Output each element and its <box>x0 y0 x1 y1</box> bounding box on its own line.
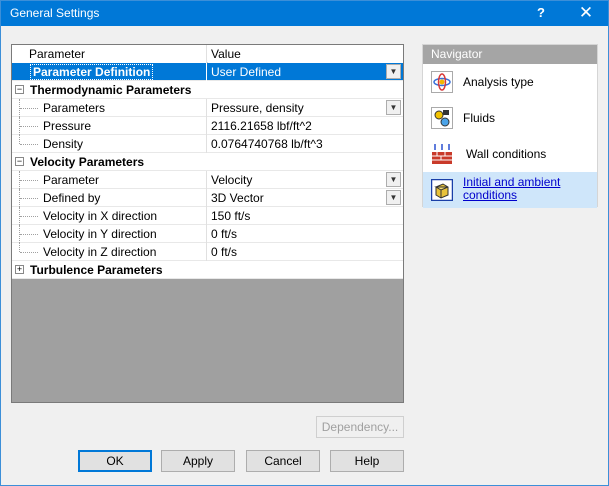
row-defined-by[interactable]: Defined by 3D Vector ▼ <box>12 189 403 207</box>
nav-label-line-1: Initial and ambient <box>463 175 561 189</box>
chevron-down-icon[interactable]: ▼ <box>386 100 401 115</box>
group-label: Turbulence Parameters <box>30 263 163 277</box>
column-header-parameter[interactable]: Parameter <box>12 45 207 63</box>
parameter-rows: Parameter Value Parameter Definition Use… <box>12 45 403 279</box>
row-parameter[interactable]: Parameter Velocity ▼ <box>12 171 403 189</box>
row-value: Pressure, density <box>211 101 304 115</box>
nav-label: Analysis type <box>463 75 534 89</box>
nav-item-analysis-type[interactable]: Analysis type <box>423 64 597 100</box>
row-pressure[interactable]: Pressure 2116.21658 lbf/ft^2 <box>12 117 403 135</box>
pressure-value-field[interactable]: 2116.21658 lbf/ft^2 <box>208 117 403 135</box>
nav-item-initial-conditions[interactable]: Initial and ambient conditions <box>423 172 597 208</box>
row-value: 3D Vector <box>211 191 264 205</box>
close-icon[interactable]: ✕ <box>566 1 606 26</box>
nav-label: Initial and ambient conditions <box>463 175 560 202</box>
parameter-grid: Parameter Value Parameter Definition Use… <box>11 44 404 403</box>
group-velocity-parameters[interactable]: − Velocity Parameters <box>12 153 403 171</box>
row-label: Parameters <box>12 99 207 117</box>
row-parameter-definition[interactable]: Parameter Definition User Defined ▼ <box>12 63 403 81</box>
nav-label-line-2: conditions <box>463 188 518 202</box>
initial-conditions-icon <box>431 179 453 201</box>
wall-conditions-icon <box>432 144 452 164</box>
velocity-y-field[interactable]: 0 ft/s <box>208 225 403 243</box>
group-thermodynamic-parameters[interactable]: − Thermodynamic Parameters <box>12 81 403 99</box>
row-label: Velocity in Z direction <box>12 243 207 261</box>
window-title: General Settings <box>10 6 100 20</box>
nav-label: Wall conditions <box>466 147 547 161</box>
row-label: Pressure <box>12 117 207 135</box>
row-density[interactable]: Density 0.0764740768 lb/ft^3 <box>12 135 403 153</box>
help-button[interactable]: Help <box>330 450 404 472</box>
cancel-button[interactable]: Cancel <box>246 450 320 472</box>
navigator-title: Navigator <box>423 45 597 64</box>
fluids-icon <box>431 107 453 129</box>
chevron-down-icon[interactable]: ▼ <box>386 64 401 79</box>
group-turbulence-parameters[interactable]: + Turbulence Parameters <box>12 261 403 279</box>
row-label: Parameter <box>12 171 207 189</box>
row-velocity-x[interactable]: Velocity in X direction 150 ft/s <box>12 207 403 225</box>
nav-item-wall-conditions[interactable]: Wall conditions <box>423 136 597 172</box>
navigator-panel: Navigator Analysis type Fluids Wall cond… <box>422 44 598 208</box>
column-header-value[interactable]: Value <box>208 45 403 63</box>
dependency-button[interactable]: Dependency... <box>316 416 404 438</box>
apply-button[interactable]: Apply <box>161 450 235 472</box>
density-value-field[interactable]: 0.0764740768 lb/ft^3 <box>208 135 403 153</box>
velocity-x-field[interactable]: 150 ft/s <box>208 207 403 225</box>
velocity-z-field[interactable]: 0 ft/s <box>208 243 403 261</box>
defined-by-select[interactable]: 3D Vector ▼ <box>208 189 403 207</box>
row-value: Velocity <box>211 173 253 187</box>
grid-header: Parameter Value <box>12 45 403 63</box>
group-label: Velocity Parameters <box>30 155 145 169</box>
ok-button[interactable]: OK <box>78 450 152 472</box>
chevron-down-icon[interactable]: ▼ <box>386 172 401 187</box>
parameters-select[interactable]: Pressure, density ▼ <box>208 99 403 117</box>
nav-item-fluids[interactable]: Fluids <box>423 100 597 136</box>
group-label: Thermodynamic Parameters <box>30 83 192 97</box>
velocity-parameter-select[interactable]: Velocity ▼ <box>208 171 403 189</box>
row-value: User Defined <box>211 65 282 79</box>
analysis-type-icon <box>431 71 453 93</box>
row-label: Defined by <box>12 189 207 207</box>
nav-label: Fluids <box>463 111 496 125</box>
row-parameters[interactable]: Parameters Pressure, density ▼ <box>12 99 403 117</box>
row-velocity-z[interactable]: Velocity in Z direction 0 ft/s <box>12 243 403 261</box>
row-label: Density <box>12 135 207 153</box>
row-label: Parameter Definition <box>30 64 154 80</box>
row-label: Velocity in X direction <box>12 207 207 225</box>
row-label: Velocity in Y direction <box>12 225 207 243</box>
general-settings-dialog: General Settings ? ✕ Parameter Value Par… <box>0 0 609 486</box>
title-bar[interactable]: General Settings ? ✕ <box>1 1 608 26</box>
chevron-down-icon[interactable]: ▼ <box>386 190 401 205</box>
parameter-definition-select[interactable]: User Defined ▼ <box>208 63 403 81</box>
row-velocity-y[interactable]: Velocity in Y direction 0 ft/s <box>12 225 403 243</box>
help-icon[interactable]: ? <box>521 1 561 26</box>
